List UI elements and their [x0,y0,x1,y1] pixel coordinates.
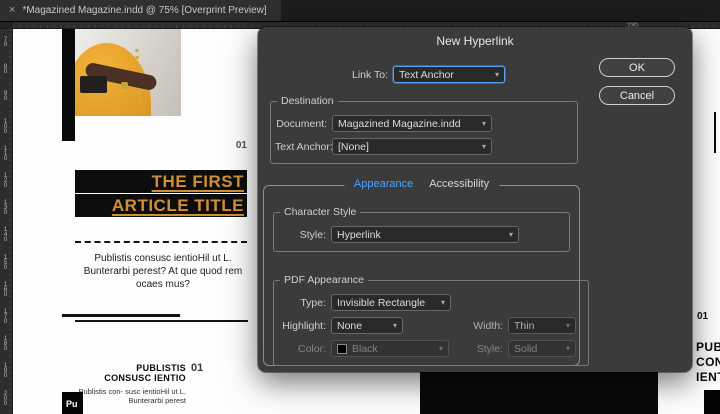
type-label: Type: [278,297,326,309]
chevron-down-icon [441,298,445,307]
article-photo [75,29,181,116]
photo-watch-shape [121,82,128,89]
type-dropdown[interactable]: Invisible Rectangle [331,294,451,311]
page3-black-box [704,390,720,414]
cancel-button[interactable]: Cancel [599,86,675,105]
character-style-legend: Character Style [280,206,360,218]
color-label: Color: [278,343,326,355]
dialog-tabs: Appearance Accessibility [344,178,499,190]
width-dropdown[interactable]: Thin [508,317,576,334]
chevron-down-icon [482,142,486,151]
horizontal-rule-thin [75,320,248,322]
page-footer-box: Pu [62,392,83,414]
character-style-dropdown[interactable]: Hyperlink [331,226,519,243]
horizontal-rule-thick [62,314,180,317]
page3-headline-fragment: PUB [696,340,720,354]
chevron-down-icon [566,344,570,353]
chevron-down-icon [482,119,486,128]
ruler-number: 190 [2,362,9,377]
article-intro-text: Publistis consusc ientioHil ut L. Bunter… [80,252,246,291]
destination-group: Destination Document: Magazined Magazine… [270,95,578,164]
chevron-down-icon [439,344,443,353]
tab-accessibility[interactable]: Accessibility [429,178,489,190]
chevron-down-icon [495,70,499,79]
tab-appearance[interactable]: Appearance [354,178,413,190]
highlight-dropdown[interactable]: None [331,317,403,334]
text-anchor-row: Text Anchor: [None] [275,138,569,155]
character-style-group: Character Style Style: Hyperlink [273,206,570,252]
ruler-number: 120 [2,172,9,187]
color-dropdown: Black [331,340,449,357]
document-label: Document: [275,118,327,130]
ruler-number: 200 [2,390,9,405]
ruler-number: 80 [2,63,9,73]
page2-black-spread [420,369,658,414]
page3-number: 01 [697,311,708,322]
indesign-window: × *Magazined Magazine.indd @ 75% [Overpr… [0,0,720,414]
document-tab[interactable]: × *Magazined Magazine.indd @ 75% [Overpr… [0,0,281,21]
ruler-number: 110 [2,145,9,160]
color-swatch [337,344,347,354]
ruler-number: 130 [2,199,9,214]
color-style-row: Color: Black Style: Solid [278,340,576,357]
footer-fragment: Pu [66,399,78,409]
ruler-number: 150 [2,254,9,269]
close-icon[interactable]: × [9,5,15,16]
ruler-number: 70 [2,36,9,46]
page3-headline-fragment: IENT [696,370,720,384]
document-tab-title: *Magazined Magazine.indd @ 75% [Overprin… [22,5,266,16]
vertical-ruler: 70 80 90 100 110 120 130 140 150 160 170 180 190 200 [0,29,13,414]
ruler-number: 90 [2,90,9,100]
page3-headline-fragment: CON [696,355,720,369]
pdf-appearance-legend: PDF Appearance [280,274,368,286]
style-label: Style: [278,229,326,241]
pdf-appearance-group: PDF Appearance Type: Invisible Rectangle… [273,274,589,366]
dashed-rule [75,241,247,243]
story2-number: 01 [191,362,203,374]
chevron-down-icon [393,321,397,330]
type-row: Type: Invisible Rectangle [278,294,576,311]
article-title-line1: THE FIRST [75,170,247,193]
photo-camera-shape [80,76,107,93]
chevron-down-icon [509,230,513,239]
char-style-row: Style: Hyperlink [278,226,557,243]
article-number: 01 [225,140,247,151]
text-anchor-label: Text Anchor: [275,141,327,153]
ruler-number: 180 [2,335,9,350]
link-to-row: Link To: Text Anchor [258,66,505,83]
link-to-label: Link To: [258,69,388,81]
story2-title-line2: CONSUSC IENTIO [61,373,186,383]
page-left-black-margin [62,29,75,141]
chevron-down-icon [566,321,570,330]
new-hyperlink-dialog: New Hyperlink Link To: Text Anchor OK Ca… [258,27,692,372]
appearance-tab-panel: Appearance Accessibility Character Style… [263,185,580,366]
ruler-number: 160 [2,281,9,296]
story2-title-line1: PUBLISTIS [61,363,186,373]
article-title-line2: ARTICLE TITLE [75,194,247,217]
document-tab-bar: × *Magazined Magazine.indd @ 75% [Overpr… [0,0,720,22]
pdf-style-dropdown: Solid [508,340,576,357]
pdf-style-label: Style: [449,343,503,355]
width-label: Width: [449,320,503,332]
ok-button[interactable]: OK [599,58,675,77]
ruler-number: 100 [2,118,9,133]
destination-legend: Destination [277,95,338,107]
highlight-label: Highlight: [278,320,326,332]
text-anchor-dropdown[interactable]: [None] [332,138,492,155]
dialog-title: New Hyperlink [258,34,692,48]
ruler-corner [0,22,13,29]
page3-edge-mark [714,112,716,153]
document-row: Document: Magazined Magazine.indd [275,115,569,132]
highlight-width-row: Highlight: None Width: Thin [278,317,576,334]
document-dropdown[interactable]: Magazined Magazine.indd [332,115,492,132]
ruler-number: 140 [2,226,9,241]
link-to-dropdown[interactable]: Text Anchor [393,66,505,83]
ruler-number: 170 [2,308,9,323]
